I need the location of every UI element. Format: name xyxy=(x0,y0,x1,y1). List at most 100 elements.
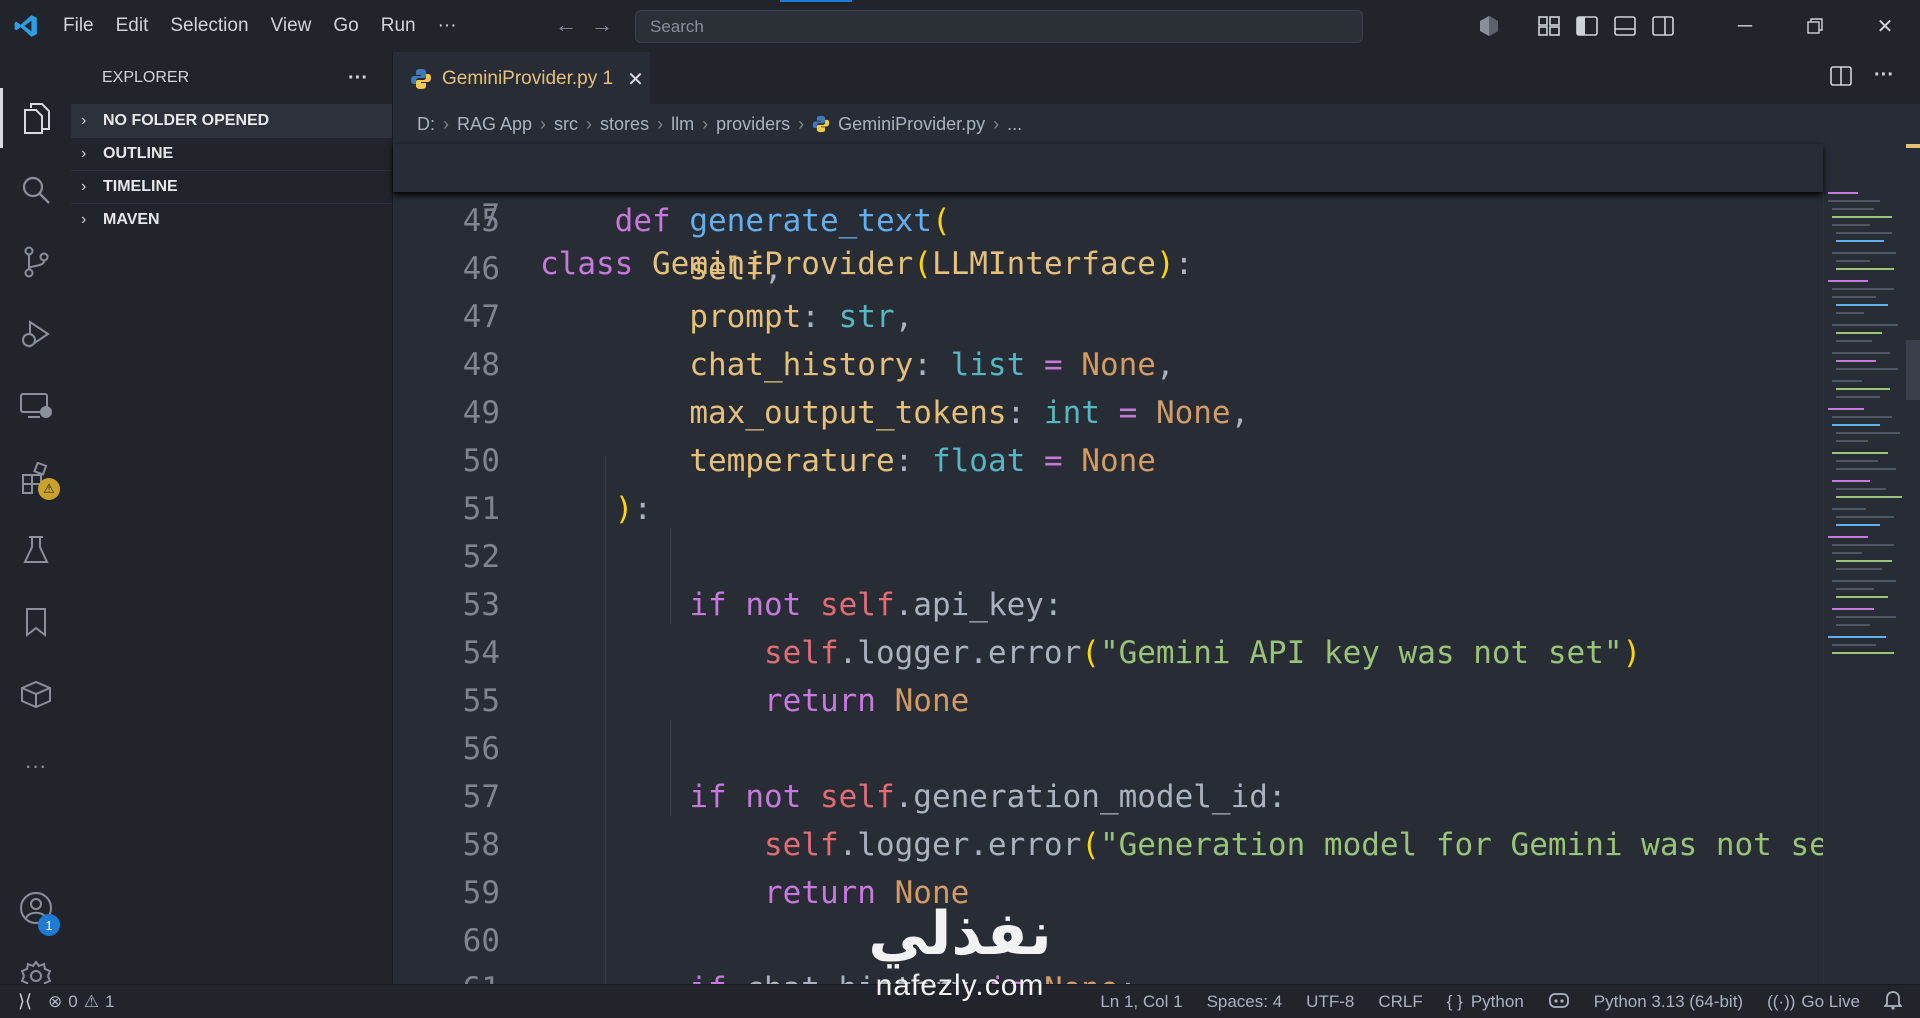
breadcrumb-src[interactable]: src xyxy=(554,114,578,135)
code-text: return None xyxy=(763,683,970,719)
code-text: self.logger.error("Generation model for … xyxy=(763,827,1823,863)
tab-close-icon[interactable]: ✕ xyxy=(627,67,644,92)
chevron-right-icon: › xyxy=(81,178,87,195)
language-mode[interactable]: { } Python xyxy=(1447,992,1524,1012)
title-accent xyxy=(780,0,852,2)
close-window-button[interactable]: ✕ xyxy=(1850,0,1920,52)
search-placeholder: Search xyxy=(650,16,704,36)
explorer-icon[interactable] xyxy=(0,88,71,148)
tab-gemini-provider[interactable]: GeminiProvider.py 1 ✕ xyxy=(393,52,650,104)
breadcrumb-separator-icon: › xyxy=(702,113,709,134)
breadcrumb-separator-icon: › xyxy=(540,113,547,134)
back-arrow-icon[interactable]: ← xyxy=(555,12,577,38)
breadcrumb-separator-icon: › xyxy=(657,113,664,134)
sticky-scroll-header[interactable]: 7 class GeminiProvider(LLMInterface): xyxy=(393,144,1823,282)
run-debug-icon[interactable] xyxy=(0,304,71,364)
python-file-icon xyxy=(812,115,830,133)
source-control-icon[interactable] xyxy=(0,232,71,292)
toggle-primary-sidebar-icon[interactable] xyxy=(1574,15,1600,37)
breadcrumb-stores[interactable]: stores xyxy=(600,114,649,135)
extensions-icon[interactable]: ⚠ xyxy=(0,448,71,508)
tab-filename: GeminiProvider.py 1 xyxy=(442,68,614,89)
menu-more[interactable]: ··· xyxy=(427,0,468,52)
code-text: if not self.api_key: xyxy=(689,587,1063,623)
title-bar: File Edit Selection View Go Run ··· ← → … xyxy=(0,0,1920,52)
breadcrumb-drive[interactable]: D: xyxy=(417,114,435,135)
breadcrumb-separator-icon: › xyxy=(586,113,593,134)
end-of-line[interactable]: CRLF xyxy=(1378,992,1422,1012)
encoding[interactable]: UTF-8 xyxy=(1306,992,1354,1012)
remote-explorer-icon[interactable] xyxy=(0,376,71,436)
testing-icon[interactable] xyxy=(0,520,71,580)
menu-run[interactable]: Run xyxy=(370,0,427,52)
chevron-right-icon: › xyxy=(81,145,87,162)
line-number: 56 xyxy=(462,731,500,767)
cursor-position[interactable]: Ln 1, Col 1 xyxy=(1100,992,1182,1012)
line-number: 59 xyxy=(462,875,500,911)
error-icon: ⊗ xyxy=(48,991,63,1011)
code-text: def generate_text( xyxy=(614,203,951,239)
section-outline[interactable]: › OUTLINE xyxy=(71,137,392,170)
forward-arrow-icon[interactable]: → xyxy=(591,12,613,38)
breadcrumb: D: › RAG App › src › stores › llm › prov… xyxy=(393,104,1920,144)
section-no-folder[interactable]: › NO FOLDER OPENED xyxy=(71,104,392,137)
editor-area: GeminiProvider.py 1 ✕ ··· D: › RAG App ›… xyxy=(393,52,1920,984)
restore-button[interactable] xyxy=(1780,0,1850,52)
python-file-icon xyxy=(411,69,431,89)
accounts-icon[interactable]: 1 xyxy=(0,878,71,938)
line-number: 61 xyxy=(393,965,500,984)
sidebar-more-button[interactable]: ··· xyxy=(348,67,368,90)
tab-bar: GeminiProvider.py 1 ✕ ··· xyxy=(393,52,1920,104)
chevron-right-icon: › xyxy=(81,112,87,129)
breadcrumb-rag-app[interactable]: RAG App xyxy=(457,114,532,135)
bookmark-icon[interactable] xyxy=(0,592,71,652)
sidebar-title: EXPLORER xyxy=(102,69,190,86)
code-view[interactable]: 45 def generate_text( 46 self, 47 prompt… xyxy=(393,192,1823,984)
more-views-icon[interactable]: ··· xyxy=(0,736,71,796)
editor-more-icon[interactable]: ··· xyxy=(1874,65,1894,86)
line-number: 51 xyxy=(462,491,500,527)
breadcrumb-llm[interactable]: llm xyxy=(671,114,694,135)
breadcrumb-providers[interactable]: providers xyxy=(716,114,790,135)
search-icon[interactable] xyxy=(0,160,71,220)
copilot-status-icon[interactable] xyxy=(1548,991,1570,1014)
toggle-secondary-sidebar-icon[interactable] xyxy=(1650,15,1676,37)
line-number: 54 xyxy=(462,635,500,671)
minimize-button[interactable]: ─ xyxy=(1710,0,1780,52)
notifications-bell-icon[interactable] xyxy=(1882,990,1904,1015)
go-live-button[interactable]: ((·)) Go Live xyxy=(1767,992,1860,1012)
warning-count: 1 xyxy=(105,991,115,1011)
line-number: 48 xyxy=(462,347,500,383)
copilot-icon[interactable] xyxy=(1476,15,1502,37)
breadcrumb-symbol[interactable]: ... xyxy=(1007,114,1022,135)
code-text: ): xyxy=(614,491,652,527)
problems-indicator[interactable]: ⊗ 0 ⚠ 1 xyxy=(48,992,114,1012)
menu-file[interactable]: File xyxy=(52,0,105,52)
editor-scrollbar-thumb[interactable] xyxy=(1906,340,1920,400)
error-count: 0 xyxy=(68,991,78,1011)
line-number: 7 xyxy=(481,198,500,234)
package-icon[interactable] xyxy=(0,664,71,724)
split-editor-icon[interactable] xyxy=(1830,66,1852,86)
menu-edit[interactable]: Edit xyxy=(105,0,160,52)
chevron-right-icon: › xyxy=(81,211,87,228)
extensions-warning-badge: ⚠ xyxy=(38,478,60,500)
menu-go[interactable]: Go xyxy=(322,0,369,52)
menu-selection[interactable]: Selection xyxy=(159,0,259,52)
command-center-search[interactable]: Search xyxy=(635,10,1363,43)
breadcrumb-file[interactable]: GeminiProvider.py xyxy=(838,114,985,135)
breadcrumb-separator-icon: › xyxy=(798,113,805,134)
section-maven[interactable]: › MAVEN xyxy=(71,203,392,236)
toggle-panel-icon[interactable] xyxy=(1612,15,1638,37)
section-timeline[interactable]: › TIMELINE xyxy=(71,170,392,203)
python-interpreter[interactable]: Python 3.13 (64-bit) xyxy=(1594,992,1743,1012)
indentation[interactable]: Spaces: 4 xyxy=(1207,992,1283,1012)
remote-indicator-icon[interactable]: ⟩⟨ xyxy=(18,991,32,1012)
menu-view[interactable]: View xyxy=(260,0,323,52)
code-text: prompt: str, xyxy=(689,299,914,335)
customize-layout-icon[interactable] xyxy=(1536,15,1562,37)
watermark-latin: nafezly.com xyxy=(875,969,1045,1002)
code-text: class GeminiProvider(LLMInterface): xyxy=(540,246,1194,282)
minimap[interactable] xyxy=(1823,144,1920,984)
line-number: 58 xyxy=(462,827,500,863)
